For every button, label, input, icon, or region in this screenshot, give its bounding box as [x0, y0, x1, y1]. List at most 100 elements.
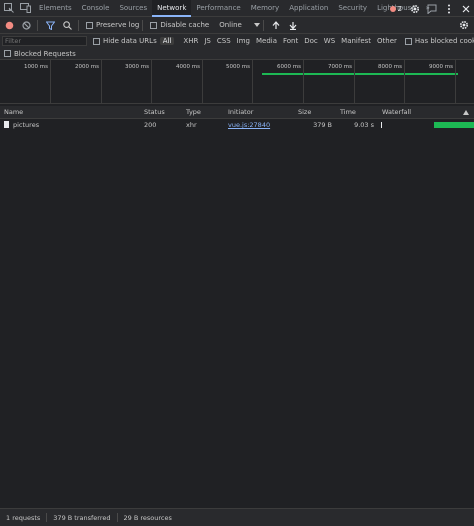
- document-icon: [4, 121, 9, 128]
- filter-type-font[interactable]: Font: [280, 37, 301, 45]
- feedback-icon[interactable]: [423, 0, 440, 17]
- clear-icon[interactable]: [19, 18, 34, 33]
- column-header-name[interactable]: Name: [0, 106, 140, 119]
- column-header-initiator[interactable]: Initiator: [224, 106, 294, 119]
- transferred-size: 379 B transferred: [53, 513, 111, 522]
- request-name: pictures: [13, 121, 40, 129]
- tab-elements[interactable]: Elements: [34, 0, 77, 17]
- overview-tick-label: 5000 ms: [226, 64, 250, 70]
- blocked-requests-checkbox[interactable]: Blocked Requests: [4, 50, 76, 58]
- overview-tick-line: [252, 60, 253, 104]
- tab-application[interactable]: Application: [284, 0, 333, 17]
- filter-type-manifest[interactable]: Manifest: [338, 37, 374, 45]
- checkbox-box: [93, 37, 100, 45]
- tab-sources[interactable]: Sources: [114, 0, 152, 17]
- overview-tick-line: [303, 60, 304, 104]
- more-options-icon[interactable]: [440, 0, 457, 17]
- status-divider: [116, 513, 118, 522]
- overview-tick-label: 6000 ms: [277, 64, 301, 70]
- checkbox-box: [86, 21, 93, 29]
- filter-type-js[interactable]: JS: [201, 37, 214, 45]
- error-icon: [389, 5, 396, 12]
- request-time: 9.03 s: [354, 121, 374, 129]
- requests-table-body: pictures 200 xhr vue.js:27840 379 B 9.03…: [0, 119, 474, 507]
- checkbox-box: [4, 50, 11, 57]
- overview-tick-label: 1000 ms: [24, 64, 48, 70]
- overview-tick-label: 8000 ms: [378, 64, 402, 70]
- overview-tick-line: [202, 60, 203, 104]
- table-row[interactable]: pictures 200 xhr vue.js:27840 379 B 9.03…: [0, 119, 474, 131]
- hide-data-urls-label: Hide data URLs: [103, 37, 157, 45]
- tabbar-actions: 2: [386, 0, 474, 17]
- has-blocked-cookies-label: Has blocked cookies: [414, 37, 474, 45]
- checkbox-box: [150, 21, 158, 29]
- filter-type-doc[interactable]: Doc: [301, 37, 321, 45]
- device-toolbar-icon[interactable]: [17, 0, 34, 17]
- request-waterfall[interactable]: [378, 119, 474, 131]
- request-initiator-link[interactable]: vue.js:27840: [228, 121, 270, 129]
- filter-type-other[interactable]: Other: [374, 37, 400, 45]
- tab-performance[interactable]: Performance: [191, 0, 245, 17]
- request-name-cell[interactable]: pictures: [0, 119, 140, 131]
- overview-tick-line: [404, 60, 405, 104]
- preserve-log-label: Preserve log: [96, 21, 140, 29]
- has-blocked-cookies-checkbox[interactable]: Has blocked cookies: [404, 37, 474, 45]
- filter-type-img[interactable]: Img: [234, 37, 253, 45]
- record-button[interactable]: [2, 18, 17, 33]
- error-count: 2: [397, 4, 402, 13]
- filter-type-all[interactable]: All: [159, 37, 175, 45]
- sort-ascending-icon: [463, 110, 469, 115]
- resources-size: 29 B resources: [123, 513, 172, 522]
- status-divider: [46, 513, 48, 522]
- settings-gear-icon[interactable]: [406, 0, 423, 17]
- timeline-overview[interactable]: 1000 ms 2000 ms 3000 ms 4000 ms 5000 ms 6000 …: [0, 60, 474, 104]
- column-header-type[interactable]: Type: [182, 106, 224, 119]
- column-header-time[interactable]: Time: [336, 106, 378, 119]
- waterfall-bar: [434, 122, 474, 128]
- tab-memory[interactable]: Memory: [246, 0, 284, 17]
- overview-tick-line: [455, 60, 456, 104]
- error-badge[interactable]: 2: [386, 5, 406, 13]
- blocked-requests-label: Blocked Requests: [14, 49, 76, 58]
- close-devtools-icon[interactable]: [457, 0, 474, 17]
- disable-cache-checkbox[interactable]: Disable cache: [150, 21, 209, 29]
- filter-icon[interactable]: [43, 18, 58, 33]
- request-count: 1 requests: [6, 513, 41, 522]
- overview-tick-line: [354, 60, 355, 104]
- toolbar-divider: [78, 19, 79, 31]
- overview-tick-label: 3000 ms: [125, 64, 149, 70]
- column-header-size[interactable]: Size: [294, 106, 336, 119]
- throttling-select[interactable]: Online: [219, 21, 260, 29]
- filter-bar: Hide data URLs All XHR JS CSS Img Media …: [0, 34, 474, 48]
- toolbar-divider: [142, 19, 144, 31]
- column-header-waterfall[interactable]: Waterfall: [378, 106, 474, 119]
- preserve-log-checkbox[interactable]: Preserve log: [86, 21, 139, 29]
- throttling-value: Online: [219, 21, 242, 29]
- filter-type-media[interactable]: Media: [253, 37, 280, 45]
- disable-cache-label: Disable cache: [160, 21, 210, 29]
- request-status: 200: [144, 121, 157, 129]
- import-har-icon[interactable]: [269, 18, 284, 33]
- toolbar-divider: [262, 19, 264, 31]
- hide-data-urls-checkbox[interactable]: Hide data URLs: [93, 37, 157, 45]
- filter-type-ws[interactable]: WS: [321, 37, 338, 45]
- overview-tick-line: [151, 60, 152, 104]
- export-har-icon[interactable]: [286, 18, 301, 33]
- request-size: 379 B: [313, 121, 332, 129]
- filter-type-xhr[interactable]: XHR: [180, 37, 201, 45]
- blocked-requests-bar: Blocked Requests: [0, 48, 474, 60]
- filter-type-css[interactable]: CSS: [214, 37, 234, 45]
- tab-security[interactable]: Security: [333, 0, 372, 17]
- checkbox-box: [404, 37, 412, 45]
- waterfall-label: Waterfall: [382, 108, 412, 116]
- overview-tick-line: [101, 60, 102, 104]
- request-initiator-cell: vue.js:27840: [224, 119, 294, 131]
- tab-console[interactable]: Console: [77, 0, 115, 17]
- overview-tick-label: 2000 ms: [75, 64, 99, 70]
- column-header-status[interactable]: Status: [140, 106, 182, 119]
- inspect-element-icon[interactable]: [0, 0, 17, 17]
- tab-network[interactable]: Network: [152, 0, 192, 17]
- filter-input[interactable]: [2, 36, 87, 46]
- network-settings-gear-icon[interactable]: [456, 18, 471, 33]
- search-icon[interactable]: [60, 18, 75, 33]
